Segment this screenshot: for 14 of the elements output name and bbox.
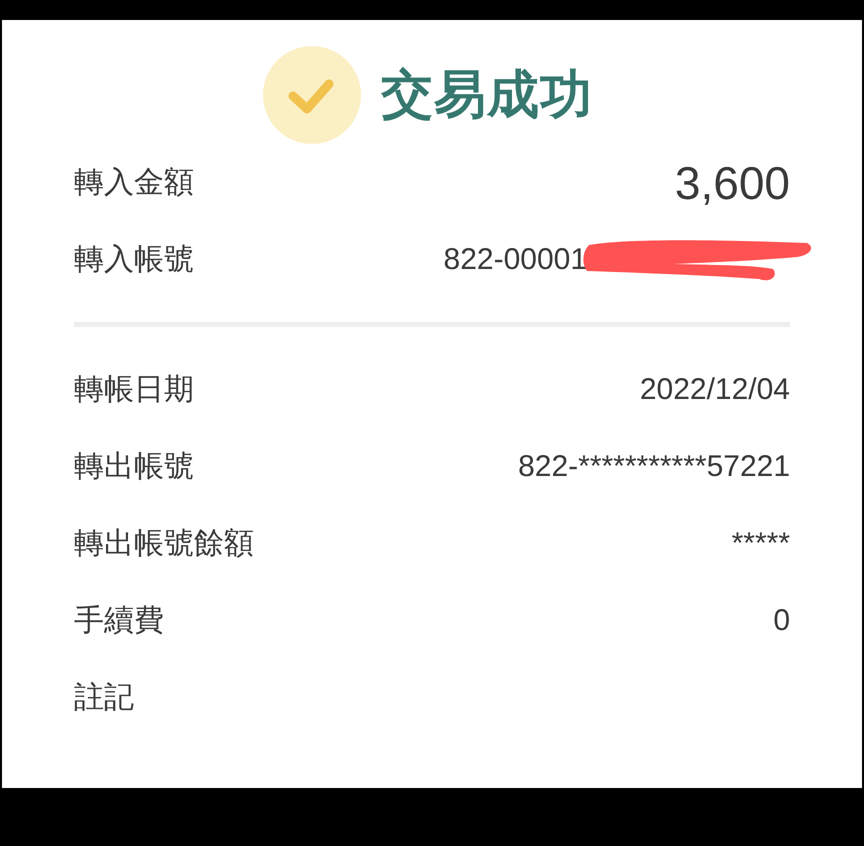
field-label: 轉出帳號餘額 xyxy=(74,526,254,562)
field-value: 0 xyxy=(773,604,790,638)
status-title: 交易成功 xyxy=(381,65,593,126)
field-label: 轉出帳號 xyxy=(74,449,194,485)
field-value: 2022/12/04 xyxy=(640,372,790,406)
amount-value: 3,600 xyxy=(674,156,790,210)
field-label: 轉入帳號 xyxy=(74,242,194,278)
field-label: 註記 xyxy=(74,680,134,716)
field-label: 手續費 xyxy=(74,603,164,639)
field-label: 轉入金額 xyxy=(74,165,194,201)
check-icon xyxy=(263,46,361,144)
field-value: 822-***********57221 xyxy=(518,450,790,484)
field-value: ***** xyxy=(732,526,790,560)
field-label: 轉帳日期 xyxy=(74,372,194,408)
